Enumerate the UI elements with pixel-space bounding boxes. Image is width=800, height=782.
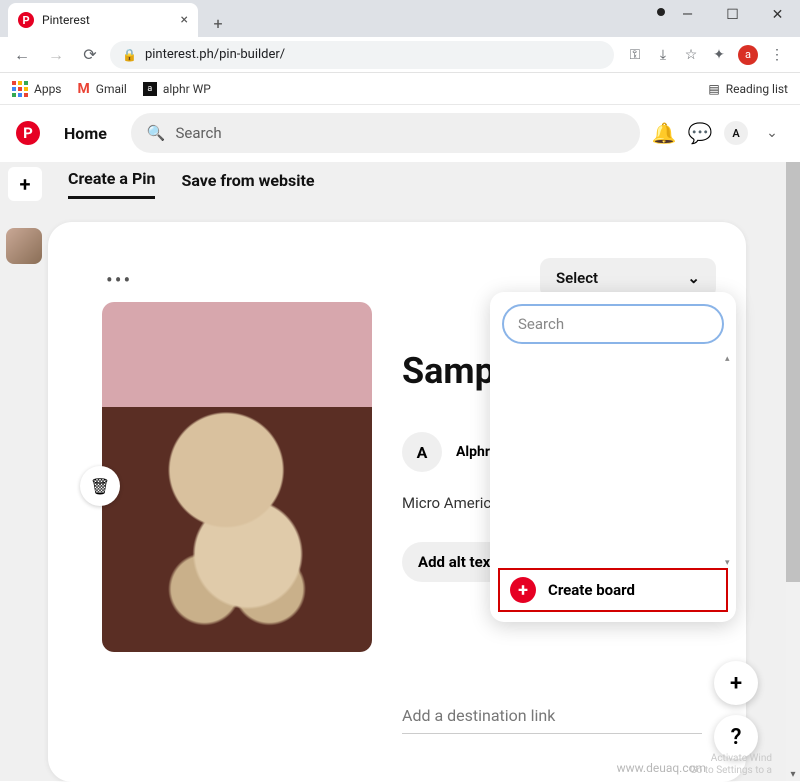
add-pin-button[interactable]: +	[8, 167, 42, 201]
star-icon[interactable]: ☆	[682, 46, 700, 64]
destination-link-input[interactable]: Add a destination link	[402, 706, 702, 734]
address-bar[interactable]: 🔒 pinterest.ph/pin-builder/	[110, 41, 614, 69]
toolbar-icons: ⚿ ⤓ ☆ ✦ a ⋮	[620, 45, 792, 65]
pin-thumbnail[interactable]	[6, 228, 42, 264]
chevron-down-icon: ⌄	[687, 269, 700, 287]
create-board-label: Create board	[548, 581, 635, 599]
apps-icon	[12, 81, 28, 97]
search-icon: 🔍	[147, 124, 166, 142]
key-icon[interactable]: ⚿	[626, 46, 644, 64]
gmail-bookmark[interactable]: M Gmail	[78, 81, 127, 97]
recording-indicator	[657, 8, 665, 16]
home-button[interactable]: Home	[52, 124, 119, 143]
extensions-icon[interactable]: ✦	[710, 46, 728, 64]
create-board-button[interactable]: + Create board	[498, 568, 728, 612]
windows-activation-watermark: Activate Wind Go to Settings to a	[690, 753, 772, 777]
more-options-icon[interactable]: •••	[106, 268, 132, 292]
pinterest-logo[interactable]: P	[16, 121, 40, 145]
bookmarks-bar: Apps M Gmail a alphr WP ▤ Reading list	[0, 73, 800, 105]
tab-title: Pinterest	[42, 13, 90, 27]
lock-icon: 🔒	[122, 48, 137, 62]
url-text: pinterest.ph/pin-builder/	[145, 47, 285, 62]
page-scrollbar[interactable]: ▴ ▾	[786, 162, 800, 781]
maximize-button[interactable]: ☐	[710, 0, 755, 30]
install-icon[interactable]: ⤓	[654, 46, 672, 64]
tab-save-from-website[interactable]: Save from website	[181, 171, 314, 198]
scroll-down-icon[interactable]: ▾	[786, 767, 800, 781]
reload-button[interactable]: ⟳	[76, 41, 104, 69]
chrome-profile-avatar[interactable]: a	[738, 45, 758, 65]
alphr-bookmark[interactable]: a alphr WP	[143, 82, 211, 96]
close-tab-icon[interactable]: ×	[181, 12, 188, 28]
back-button[interactable]: ←	[8, 41, 36, 69]
dropdown-scrollbar[interactable]	[726, 356, 734, 566]
plus-circle-icon: +	[510, 577, 536, 603]
chrome-menu-icon[interactable]: ⋮	[768, 46, 786, 64]
fab-add-button[interactable]: +	[714, 661, 758, 705]
notifications-icon[interactable]: 🔔	[652, 121, 676, 145]
board-dropdown-panel: Search + Create board	[490, 292, 736, 622]
pinterest-favicon: P	[18, 12, 34, 28]
pinterest-search-bar[interactable]: 🔍 Search	[131, 113, 640, 153]
address-bar-row: ← → ⟳ 🔒 pinterest.ph/pin-builder/ ⚿ ⤓ ☆ …	[0, 37, 800, 73]
delete-image-button[interactable]: 🗑	[80, 466, 120, 506]
window-controls: ― ☐ ✕	[665, 0, 800, 30]
messages-icon[interactable]: 💬	[688, 121, 712, 145]
tab-create-pin[interactable]: Create a Pin	[68, 169, 155, 199]
apps-bookmark[interactable]: Apps	[12, 81, 62, 97]
select-label: Select	[556, 269, 598, 287]
browser-tab[interactable]: P Pinterest ×	[8, 3, 198, 37]
board-search-input[interactable]: Search	[502, 304, 724, 344]
forward-button[interactable]: →	[42, 41, 70, 69]
pinterest-header: P Home 🔍 Search 🔔 💬 A ⌄	[0, 105, 800, 161]
alphr-icon: a	[143, 82, 157, 96]
board-search-placeholder: Search	[518, 315, 564, 333]
builder-tab-row: + Create a Pin Save from website	[0, 162, 786, 206]
reading-list-button[interactable]: ▤ Reading list	[708, 82, 788, 96]
scrollbar-thumb[interactable]	[786, 162, 800, 582]
new-tab-button[interactable]: +	[204, 9, 232, 37]
minimize-button[interactable]: ―	[665, 0, 710, 30]
dog-photo	[102, 302, 372, 652]
trash-icon: 🗑	[90, 477, 110, 496]
search-placeholder: Search	[176, 124, 222, 142]
author-avatar[interactable]: A	[402, 432, 442, 472]
reading-list-icon: ▤	[708, 82, 719, 96]
pin-image[interactable]	[102, 302, 372, 652]
account-chevron-icon[interactable]: ⌄	[760, 121, 784, 145]
close-window-button[interactable]: ✕	[755, 0, 800, 30]
pinterest-avatar[interactable]: A	[724, 121, 748, 145]
gmail-icon: M	[78, 81, 90, 97]
